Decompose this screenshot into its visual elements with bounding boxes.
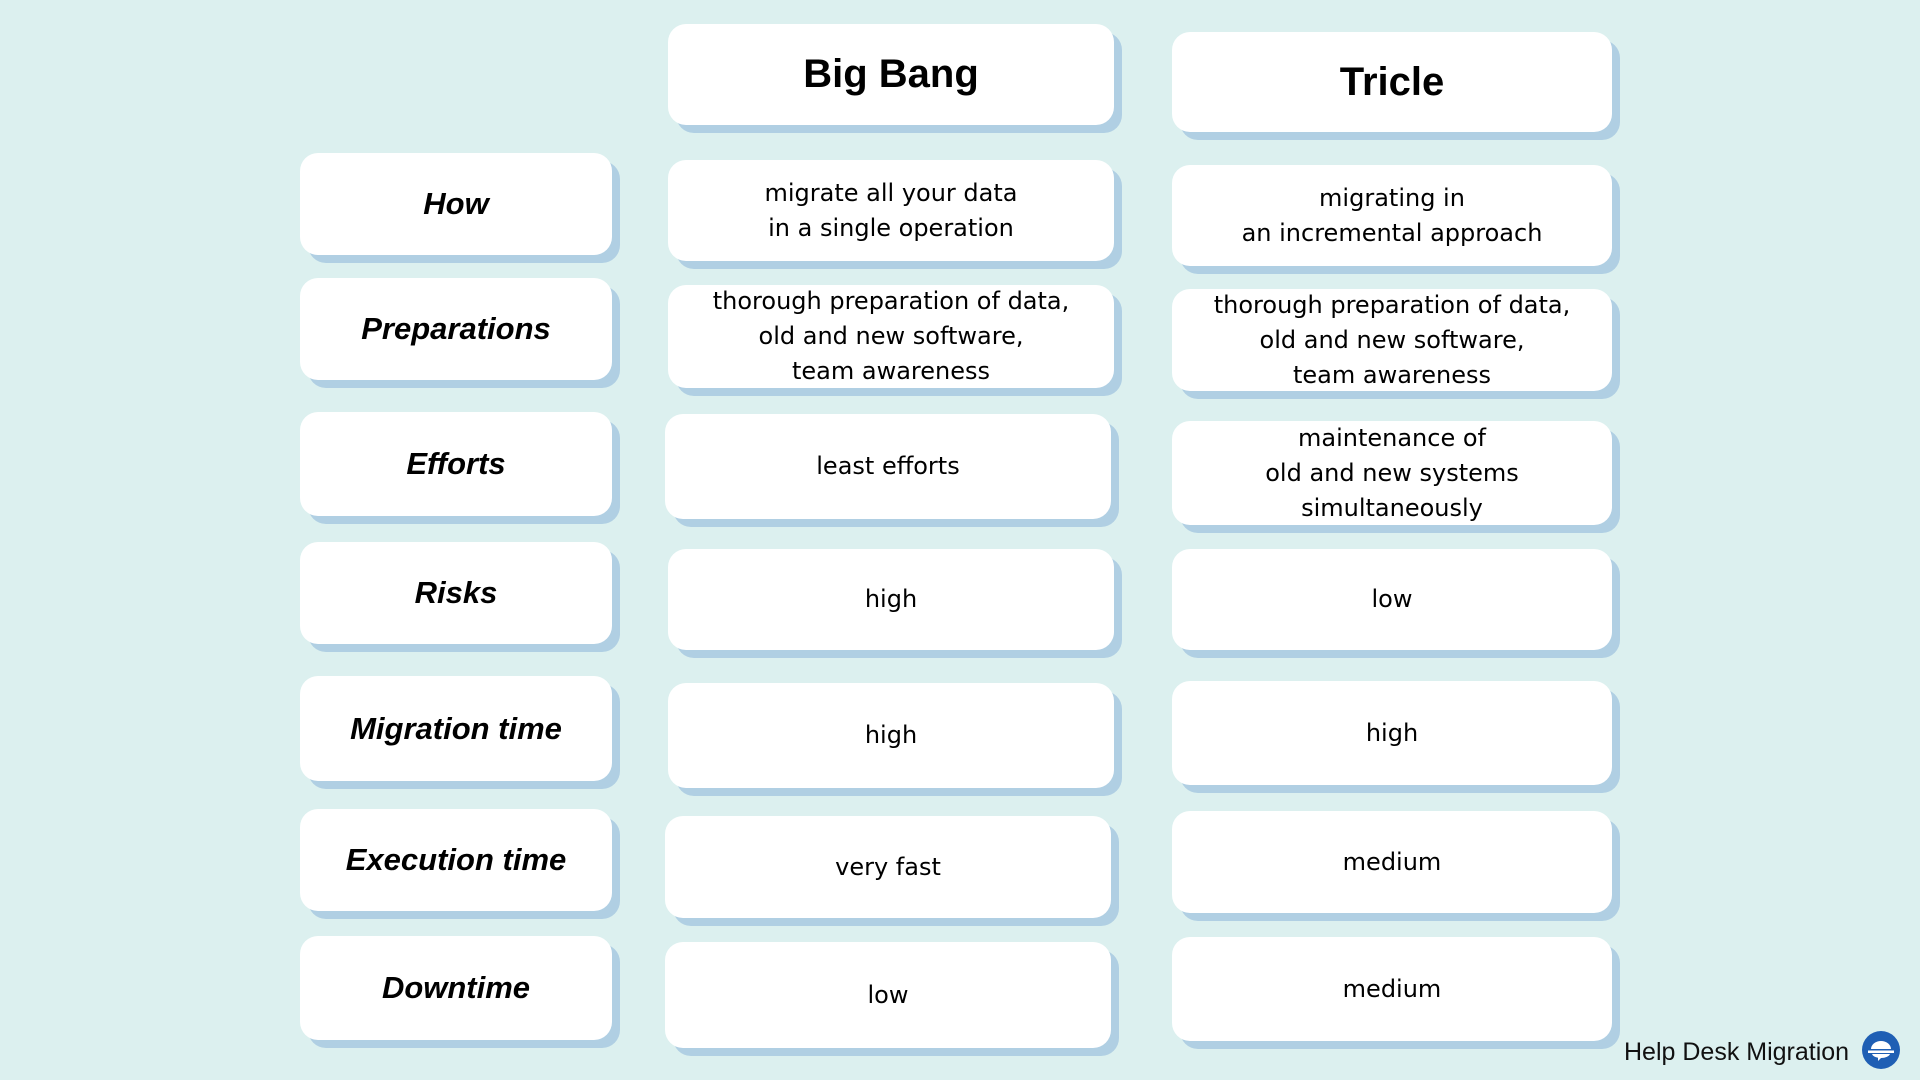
- row-label-text: Efforts: [406, 446, 506, 481]
- cell-how-tricle: migrating in an incremental approach: [1172, 165, 1612, 266]
- planet-chat-icon: [1862, 1031, 1900, 1069]
- cell-efforts-tricle: maintenance of old and new systems simul…: [1172, 421, 1612, 525]
- cell-text: migrate all your data in a single operat…: [764, 178, 1018, 242]
- row-label-text: Preparations: [361, 311, 551, 346]
- cell-text: maintenance of old and new systems simul…: [1265, 423, 1519, 522]
- cell-downtime-big-bang: low: [665, 942, 1111, 1048]
- cell-text: high: [864, 721, 918, 749]
- row-label-how: How: [300, 153, 612, 255]
- row-label-preparations: Preparations: [300, 278, 612, 380]
- cell-risks-tricle: low: [1172, 549, 1612, 650]
- cell-text: low: [1371, 585, 1413, 613]
- cell-text: thorough preparation of data, old and ne…: [1213, 290, 1571, 389]
- column-header-label: Big Bang: [803, 52, 979, 96]
- row-label-text: Downtime: [381, 970, 531, 1005]
- row-label-text: Risks: [414, 575, 498, 610]
- cell-text: medium: [1342, 847, 1442, 876]
- cell-migration-time-big-bang: high: [668, 683, 1114, 788]
- cell-execution-time-big-bang: very fast: [665, 816, 1111, 918]
- cell-text: medium: [1342, 974, 1442, 1003]
- row-label-text: How: [423, 186, 489, 221]
- row-label-efforts: Efforts: [300, 412, 612, 516]
- cell-text: high: [864, 585, 918, 613]
- cell-efforts-big-bang: least efforts: [665, 414, 1111, 519]
- cell-migration-time-tricle: high: [1172, 681, 1612, 785]
- cell-execution-time-tricle: medium: [1172, 811, 1612, 913]
- cell-text: migrating in an incremental approach: [1241, 183, 1543, 247]
- brand-name: Help Desk Migration: [1624, 1038, 1850, 1066]
- column-header-tricle: Tricle: [1172, 32, 1612, 132]
- column-header-big-bang: Big Bang: [668, 24, 1114, 125]
- cell-risks-big-bang: high: [668, 549, 1114, 650]
- row-label-text: Execution time: [345, 842, 567, 877]
- row-label-downtime: Downtime: [300, 936, 612, 1040]
- cell-text: thorough preparation of data, old and ne…: [712, 287, 1070, 385]
- row-label-text: Migration time: [350, 710, 562, 746]
- cell-preparations-tricle: thorough preparation of data, old and ne…: [1172, 289, 1612, 391]
- cell-text: very fast: [835, 852, 941, 881]
- cell-text: high: [1365, 718, 1419, 747]
- row-label-execution-time: Execution time: [300, 809, 612, 911]
- row-label-migration-time: Migration time: [300, 676, 612, 781]
- cell-downtime-tricle: medium: [1172, 937, 1612, 1041]
- cell-preparations-big-bang: thorough preparation of data, old and ne…: [668, 285, 1114, 388]
- cell-text: low: [867, 980, 909, 1009]
- cell-how-big-bang: migrate all your data in a single operat…: [668, 160, 1114, 261]
- cell-text: least efforts: [816, 452, 960, 480]
- column-header-label: Tricle: [1339, 59, 1445, 104]
- row-label-risks: Risks: [300, 542, 612, 644]
